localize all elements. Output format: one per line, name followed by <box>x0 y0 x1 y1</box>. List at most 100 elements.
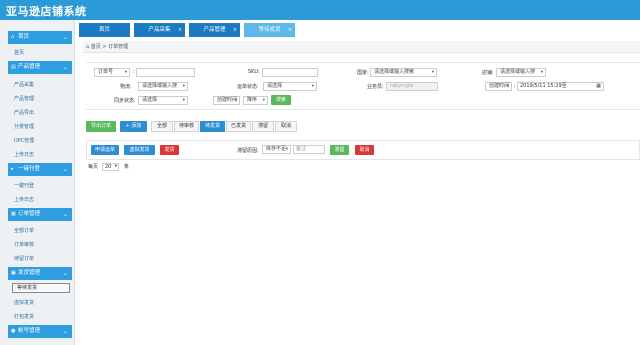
export-orders-button[interactable]: 导出订单 <box>86 121 116 132</box>
sort-field-select[interactable]: 创建时间 ▾ <box>213 96 240 105</box>
status-tab-pending-review[interactable]: 待审核 <box>174 121 199 132</box>
sidebar-section-shipping[interactable]: ▣ 发货管理 ⌄ <box>8 267 72 280</box>
retain-button[interactable]: 滞留 <box>330 145 349 155</box>
status-tab-awaiting-shipment[interactable]: 待发货 <box>200 121 225 132</box>
close-icon[interactable]: × <box>233 23 237 37</box>
sidebar-item-awaiting-shipment[interactable]: 等待发货 <box>12 283 70 293</box>
status-tab-cancelled[interactable]: 取消 <box>275 121 297 132</box>
country-select[interactable]: 请选择或输入搜索 ▾ <box>370 68 437 77</box>
sidebar-item-publish-log[interactable]: 上传日志 <box>14 196 34 203</box>
home-icon: ⌂ <box>86 44 90 50</box>
order-icon: ▦ <box>11 211 16 217</box>
close-icon[interactable]: × <box>178 23 182 37</box>
retain-reason-select[interactable]: 库存不足 ▾ <box>262 145 291 154</box>
truck-icon: ▣ <box>11 270 16 276</box>
home-icon: ⌂ <box>11 34 15 40</box>
publish-icon: ▸ <box>11 166 14 172</box>
chevron-down-icon: ⌄ <box>62 328 68 335</box>
chevron-down-icon: ▾ <box>506 84 509 89</box>
sidebar-item-category[interactable]: 分类管理 <box>14 123 34 130</box>
chevron-down-icon: ⌄ <box>62 34 68 41</box>
breadcrumb: ⌂ 首页 > 订单管理 <box>83 41 640 53</box>
sidebar-item-upload-log[interactable]: 上传日志 <box>14 151 34 158</box>
tab-product-manage[interactable]: 产品管理 × <box>189 23 240 37</box>
chevron-down-icon: ▾ <box>262 98 265 103</box>
tab-home[interactable]: 首页 <box>79 23 130 37</box>
sidebar-item-order-review[interactable]: 订单审核 <box>14 241 34 248</box>
sidebar-item-upc[interactable]: UPC管理 <box>14 137 34 144</box>
time-type-select[interactable]: 创建时间 ▾ <box>485 82 512 91</box>
sidebar-item-pack-shipment[interactable]: 打包发货 <box>14 313 34 320</box>
per-page-label: 每页 <box>88 164 99 170</box>
breadcrumb-home[interactable]: 首页 <box>91 44 101 50</box>
sidebar-item-home[interactable]: 首页 <box>14 49 24 56</box>
date-range-input[interactable]: 2019/5/11 15:29至 ▦ <box>517 82 604 91</box>
apply-waybill-button[interactable]: 申请运单 <box>91 145 119 155</box>
sync-status-select[interactable]: 请选择 ▾ <box>138 96 188 105</box>
sku-input[interactable] <box>262 68 318 77</box>
colon-label: : <box>133 69 135 75</box>
status-tab-retained[interactable]: 滞留 <box>252 121 274 132</box>
chevron-down-icon: ▾ <box>114 164 117 169</box>
chevron-down-icon: ⌄ <box>62 270 68 277</box>
calendar-icon: ▦ <box>596 83 601 89</box>
chevron-down-icon: ▾ <box>540 70 543 75</box>
logistics-select[interactable]: 请选择或输入搜 ▾ <box>138 82 188 91</box>
colon-label: : <box>514 83 516 89</box>
shipping-status-select[interactable]: 请选择 ▾ <box>263 82 317 91</box>
per-page-unit: 条 <box>124 164 130 170</box>
salesperson-label: 业务员: <box>367 84 384 90</box>
sidebar-item-virtual-shipment[interactable]: 虚拟发货 <box>14 299 34 306</box>
tab-product-collect[interactable]: 产品采集 × <box>134 23 185 37</box>
chevron-down-icon: ▾ <box>431 70 434 75</box>
retain-reason-label: 滞留原因: <box>237 148 259 154</box>
status-tab-shipped[interactable]: 已发货 <box>226 121 251 132</box>
sidebar-item-one-click-publish[interactable]: 一键刊登 <box>14 182 34 189</box>
search-button[interactable]: 搜索 <box>271 95 291 105</box>
sidebar-item-retained-orders[interactable]: 待留订单 <box>14 255 34 262</box>
sidebar: ⌂ 首页 ⌄ 首页 ▤ 产品管理 ⌄ 产品采集 产品管理 产品导出 分类管理 U… <box>0 20 75 345</box>
chevron-down-icon: ⌄ <box>62 211 68 218</box>
breadcrumb-current: 订单管理 <box>108 44 129 50</box>
per-page-select[interactable]: 20 ▾ <box>102 163 119 171</box>
sidebar-section-accounts[interactable]: ● 帐号管理 ⌄ <box>8 325 72 338</box>
store-select[interactable]: 请选择或输入搜 ▾ <box>496 68 546 77</box>
remark-input[interactable]: 备注 <box>293 145 325 154</box>
tab-bar: 首页 产品采集 × 产品管理 × 等待发货 × <box>79 23 640 37</box>
sidebar-item-all-orders[interactable]: 全部订单 <box>14 227 34 234</box>
order-field-select[interactable]: 订单号 ▾ <box>94 68 130 77</box>
sku-label: SKU: <box>248 69 260 75</box>
logistics-label: 物流: <box>120 84 132 90</box>
sidebar-section-home[interactable]: ⌂ 首页 ⌄ <box>8 31 72 44</box>
sidebar-section-orders[interactable]: ▦ 订单管理 ⌄ <box>8 208 72 221</box>
salesperson-field: rabyingle <box>386 82 438 91</box>
country-label: 国家: <box>357 70 369 76</box>
chevron-down-icon: ▾ <box>182 84 185 89</box>
order-number-input[interactable] <box>136 68 195 77</box>
add-button[interactable]: + 添加 <box>120 121 147 132</box>
sort-direction-select[interactable]: 降序 ▾ <box>243 96 268 105</box>
chevron-down-icon: ▾ <box>285 147 288 152</box>
virtual-ship-button[interactable]: 虚拟发货 <box>124 145 155 155</box>
cancel-button[interactable]: 取消 <box>355 145 374 155</box>
store-label: 店铺: <box>482 70 494 76</box>
top-bar: 亚马逊店铺系统 <box>0 0 640 20</box>
chevron-down-icon: ▾ <box>311 84 314 89</box>
tab-awaiting-shipment[interactable]: 等待发货 × <box>244 23 295 37</box>
ship-button[interactable]: 发货 <box>160 145 179 155</box>
sidebar-section-publish[interactable]: ▸ 一键刊登 ⌄ <box>8 163 72 176</box>
sidebar-section-products[interactable]: ▤ 产品管理 ⌄ <box>8 61 72 74</box>
sidebar-item-product-export[interactable]: 产品导出 <box>14 109 34 116</box>
sidebar-item-collect[interactable]: 产品采集 <box>14 81 34 88</box>
product-icon: ▤ <box>11 64 16 70</box>
status-tab-all[interactable]: 全部 <box>151 121 173 132</box>
sidebar-item-product-manage[interactable]: 产品管理 <box>14 95 34 102</box>
chevron-down-icon: ▾ <box>182 98 185 103</box>
user-icon: ● <box>11 328 16 334</box>
sync-status-label: 同步状态: <box>114 98 136 104</box>
chevron-down-icon: ⌄ <box>62 64 68 71</box>
chevron-down-icon: ⌄ <box>62 166 68 173</box>
chevron-down-icon: ▾ <box>124 70 127 75</box>
app-title: 亚马逊店铺系统 <box>6 5 87 18</box>
close-icon[interactable]: × <box>288 23 292 37</box>
